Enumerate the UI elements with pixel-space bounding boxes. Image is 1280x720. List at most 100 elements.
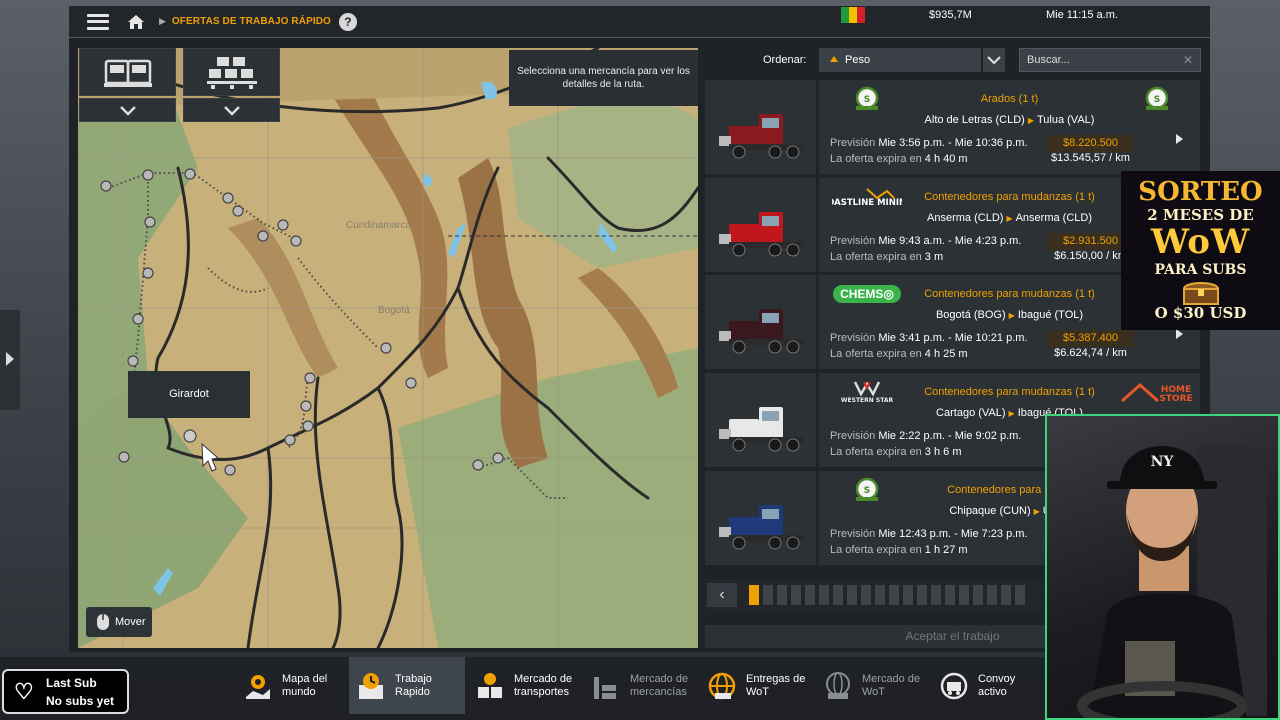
job-offer-row[interactable]: S S Arados (1 t) Alto de Letras (CLD) ▶ Tulua… bbox=[705, 80, 1200, 174]
clock-cargo-icon bbox=[356, 671, 386, 701]
pager-page-indicator[interactable] bbox=[917, 585, 927, 605]
last-sub-value: No subs yet bbox=[46, 694, 115, 708]
search-input[interactable]: Buscar... ✕ bbox=[1019, 48, 1201, 72]
pager-page-indicator[interactable] bbox=[945, 585, 955, 605]
job-payment: $5.387.400 bbox=[1047, 330, 1134, 347]
nav-item[interactable]: Mercado de WoT bbox=[816, 657, 932, 714]
job-schedule: Previsión Mie 12:43 p.m. - Mie 7:23 p.m. bbox=[830, 528, 1027, 540]
route-from: Cartago (VAL) bbox=[936, 407, 1006, 419]
pager-page-indicator[interactable] bbox=[1001, 585, 1011, 605]
job-schedule: Previsión Mie 2:22 p.m. - Mie 9:02 p.m. bbox=[830, 430, 1021, 442]
globe-truck-icon bbox=[823, 671, 853, 701]
convoy-icon bbox=[939, 671, 969, 701]
expiry-label: La oferta expira en bbox=[830, 348, 922, 360]
giveaway-alt: O $30 USD bbox=[1154, 304, 1247, 322]
schedule-value: Mie 3:56 p.m. - Mie 10:36 p.m. bbox=[878, 137, 1028, 149]
job-expiry: La oferta expira en 3 m bbox=[830, 251, 943, 263]
job-details-arrow-icon[interactable] bbox=[1176, 329, 1183, 339]
route-map[interactable] bbox=[78, 48, 698, 648]
sort-select[interactable]: Peso bbox=[819, 48, 981, 72]
chevron-down-icon bbox=[987, 56, 1001, 65]
sort-dropdown-button[interactable] bbox=[983, 48, 1005, 72]
pager-page-indicator[interactable] bbox=[819, 585, 829, 605]
money-display: $935,7M bbox=[929, 9, 972, 21]
expiry-value: 4 h 25 m bbox=[924, 348, 968, 360]
truck-filter-dropdown[interactable] bbox=[79, 98, 176, 122]
expiry-label: La oferta expira en bbox=[830, 446, 922, 458]
nav-item-label: Trabajo Rapido bbox=[395, 672, 432, 698]
route-from: Chipaque (CUN) bbox=[949, 505, 1031, 517]
giveaway-banner: SORTEO 2 MESES DE WoW PARA SUBS O $30 US… bbox=[1121, 171, 1280, 330]
clear-search-icon[interactable]: ✕ bbox=[1183, 53, 1193, 67]
nav-item[interactable]: Mercado de mercancías bbox=[584, 657, 700, 714]
side-panel-handle[interactable] bbox=[0, 310, 20, 410]
pager-back-button[interactable]: ‹ bbox=[707, 583, 737, 607]
truck-filter-button[interactable] bbox=[79, 48, 176, 96]
breadcrumb: OFERTAS DE TRABAJO RÁPIDO bbox=[171, 16, 331, 27]
svg-text:NY: NY bbox=[1151, 454, 1175, 470]
job-rate-per-km: $13.545,57 / km bbox=[1051, 152, 1130, 164]
hamburger-menu-icon[interactable] bbox=[87, 13, 109, 30]
pager-page-indicator[interactable] bbox=[931, 585, 941, 605]
nav-item[interactable]: Trabajo Rapido bbox=[349, 657, 465, 714]
search-placeholder: Buscar... bbox=[1027, 54, 1070, 66]
breadcrumb-arrow-icon: ▶ bbox=[159, 16, 166, 26]
giveaway-game: WoW bbox=[1150, 222, 1251, 262]
route-hint-tooltip: Selecciona una mercancía para ver los de… bbox=[509, 50, 698, 106]
nav-item-label: Mercado de WoT bbox=[862, 672, 921, 698]
job-expiry: La oferta expira en 3 h 6 m bbox=[830, 446, 961, 458]
sort-bar: Ordenar: Peso Buscar... ✕ bbox=[705, 48, 1201, 74]
mover-hint: Mover bbox=[86, 607, 152, 637]
pager-page-indicator[interactable] bbox=[833, 585, 843, 605]
last-sub-widget: ♡ Last Sub No subs yet bbox=[2, 669, 129, 714]
job-details-arrow-icon[interactable] bbox=[1176, 134, 1183, 144]
cargo-filter-dropdown[interactable] bbox=[183, 98, 280, 122]
globe-icon bbox=[707, 671, 737, 701]
terrain-map bbox=[78, 48, 698, 648]
pager-page-indicator[interactable] bbox=[805, 585, 815, 605]
pager-page-indicator[interactable] bbox=[791, 585, 801, 605]
pager-page-indicator[interactable] bbox=[847, 585, 857, 605]
pager-page-indicator[interactable] bbox=[777, 585, 787, 605]
help-button[interactable]: ? bbox=[338, 12, 357, 31]
pager-page-indicator[interactable] bbox=[861, 585, 871, 605]
pager-page-indicator[interactable] bbox=[875, 585, 885, 605]
expiry-label: La oferta expira en bbox=[830, 544, 922, 556]
job-expiry: La oferta expira en 4 h 25 m bbox=[830, 348, 968, 360]
mouse-icon bbox=[97, 614, 109, 630]
cargo-filter-button[interactable] bbox=[183, 48, 280, 96]
pager-page-indicator[interactable] bbox=[749, 585, 759, 605]
last-sub-title: Last Sub bbox=[46, 676, 97, 690]
pager-page-indicator[interactable] bbox=[763, 585, 773, 605]
schedule-value: Mie 3:41 p.m. - Mie 10:21 p.m. bbox=[878, 332, 1028, 344]
home-icon[interactable] bbox=[127, 13, 145, 31]
pager-page-indicator[interactable] bbox=[903, 585, 913, 605]
pager-page-indicator[interactable] bbox=[973, 585, 983, 605]
country-flag-icon bbox=[841, 7, 865, 23]
nav-item-label: Entregas de WoT bbox=[746, 672, 806, 698]
expiry-value: 4 h 40 m bbox=[924, 153, 968, 165]
treasure-chest-icon bbox=[1182, 282, 1220, 305]
job-card[interactable]: S S Arados (1 t) Alto de Letras (CLD) ▶ Tulua… bbox=[819, 80, 1200, 174]
nav-item[interactable]: Entregas de WoT bbox=[700, 657, 816, 714]
pager-page-indicator[interactable] bbox=[987, 585, 997, 605]
route-from: Anserma (CLD) bbox=[927, 212, 1004, 224]
schedule-label: Previsión bbox=[830, 430, 876, 442]
route-arrow-icon: ▶ bbox=[1008, 409, 1015, 418]
pager-page-indicator[interactable] bbox=[889, 585, 899, 605]
cargo-pallet-icon bbox=[207, 57, 257, 89]
map-label-region: Cundinamarca bbox=[346, 220, 412, 231]
giveaway-line: 2 MESES DE bbox=[1147, 206, 1254, 224]
job-schedule: Previsión Mie 3:56 p.m. - Mie 10:36 p.m. bbox=[830, 137, 1027, 149]
nav-item[interactable]: Convoy activo bbox=[932, 657, 1048, 714]
pager-page-indicator[interactable] bbox=[959, 585, 969, 605]
top-bar: ▶ OFERTAS DE TRABAJO RÁPIDO ? bbox=[69, 6, 1210, 37]
giveaway-title: SORTEO bbox=[1138, 177, 1263, 207]
mover-label: Mover bbox=[115, 616, 146, 628]
route-from: Alto de Letras (CLD) bbox=[924, 114, 1025, 126]
expiry-value: 3 m bbox=[924, 251, 944, 263]
nav-item[interactable]: Mercado de transportes bbox=[468, 657, 584, 714]
sort-label: Ordenar: bbox=[763, 54, 807, 66]
nav-item[interactable]: Mapa del mundo bbox=[236, 657, 352, 714]
pager-page-indicator[interactable] bbox=[1015, 585, 1025, 605]
